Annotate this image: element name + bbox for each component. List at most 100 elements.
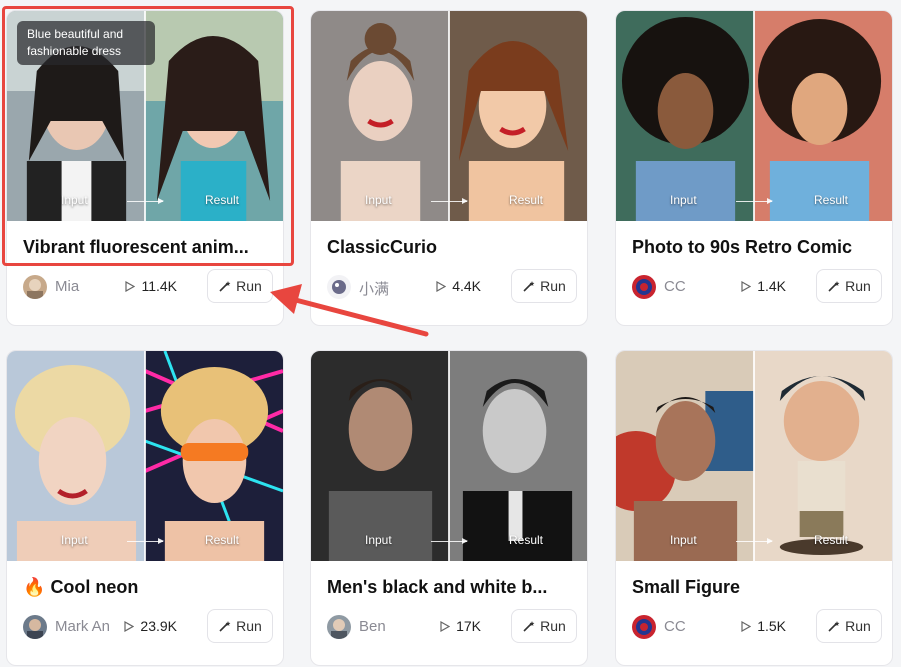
run-button[interactable]: Run <box>511 609 577 643</box>
input-label: Input <box>670 533 697 547</box>
template-card-cool-neon[interactable]: Input Result 🔥 Cool neon Mark An 23.9K R… <box>6 350 284 666</box>
play-count: 11.4K <box>125 278 177 294</box>
play-count-value: 1.5K <box>757 618 786 634</box>
run-button[interactable]: Run <box>816 609 882 643</box>
result-image <box>754 11 892 221</box>
result-image <box>449 11 587 221</box>
play-icon <box>741 620 752 633</box>
input-image <box>7 351 145 561</box>
play-count: 1.4K <box>741 278 786 294</box>
avatar[interactable] <box>23 275 47 299</box>
arrow-right-icon <box>431 538 468 544</box>
result-image <box>754 351 892 561</box>
result-label: Result <box>813 193 848 207</box>
card-title[interactable]: Men's black and white b... <box>327 577 573 598</box>
author-name[interactable]: Ben <box>359 618 386 635</box>
card-title[interactable]: ClassicCurio <box>327 237 573 258</box>
author-name[interactable]: Mark An <box>55 618 110 635</box>
compare-divider <box>448 351 450 561</box>
card-meta: CC 1.4K Run <box>632 269 882 305</box>
input-image <box>311 351 449 561</box>
result-label: Result <box>204 193 239 207</box>
avatar[interactable] <box>23 615 47 639</box>
template-card-retro-comic[interactable]: Input Result Photo to 90s Retro Comic CC… <box>615 10 893 326</box>
run-button[interactable]: Run <box>207 609 273 643</box>
thumbnail-compare[interactable]: Input Result <box>311 351 587 561</box>
result-label: Result <box>508 193 543 207</box>
input-image <box>616 11 754 221</box>
arrow-right-icon <box>736 538 773 544</box>
flame-icon: 🔥 <box>23 577 46 597</box>
play-icon <box>436 280 447 293</box>
magic-wand-icon <box>219 620 231 632</box>
play-count-value: 4.4K <box>452 278 481 294</box>
magic-wand-icon <box>828 620 840 632</box>
card-meta: Ben 17K Run <box>327 609 577 645</box>
compare-divider <box>448 11 450 221</box>
card-title[interactable]: Photo to 90s Retro Comic <box>632 237 878 258</box>
magic-wand-icon <box>219 280 231 292</box>
play-icon <box>440 620 451 633</box>
avatar[interactable] <box>632 275 656 299</box>
play-icon <box>125 280 136 293</box>
author-name[interactable]: CC <box>664 618 686 635</box>
thumbnail-compare[interactable]: Input Result <box>616 351 892 561</box>
result-image <box>145 11 283 221</box>
arrow-right-icon <box>736 198 773 204</box>
template-card-mens-black-white[interactable]: Input Result Men's black and white b... … <box>310 350 588 666</box>
arrow-right-icon <box>431 198 468 204</box>
template-card-classiccurio[interactable]: Input Result ClassicCurio 小满 4.4K Run <box>310 10 588 326</box>
thumbnail-compare[interactable]: Input Result Blue beautiful and fashiona… <box>7 11 283 221</box>
run-button-label: Run <box>845 618 871 634</box>
play-count-value: 1.4K <box>757 278 786 294</box>
play-count: 17K <box>440 618 481 634</box>
play-icon <box>124 620 135 633</box>
avatar[interactable] <box>632 615 656 639</box>
input-label: Input <box>670 193 697 207</box>
compare-divider <box>753 11 755 221</box>
play-count-value: 11.4K <box>141 278 177 294</box>
arrow-right-icon <box>127 198 164 204</box>
card-title[interactable]: 🔥 Cool neon <box>23 577 269 598</box>
run-button-label: Run <box>845 278 871 294</box>
play-icon <box>741 280 752 293</box>
play-count-value: 17K <box>456 618 481 634</box>
card-title[interactable]: Vibrant fluorescent anim... <box>23 237 269 258</box>
run-button-label: Run <box>236 278 262 294</box>
card-title[interactable]: Small Figure <box>632 577 878 598</box>
run-button-label: Run <box>236 618 262 634</box>
thumbnail-compare[interactable]: Input Result <box>616 11 892 221</box>
thumbnail-compare[interactable]: Input Result <box>7 351 283 561</box>
result-image <box>145 351 283 561</box>
magic-wand-icon <box>523 280 535 292</box>
play-count: 4.4K <box>436 278 481 294</box>
author-name[interactable]: Mia <box>55 278 79 295</box>
input-label: Input <box>61 193 88 207</box>
input-image <box>616 351 754 561</box>
input-image <box>311 11 449 221</box>
card-meta: Mark An 23.9K Run <box>23 609 273 645</box>
author-name[interactable]: CC <box>664 278 686 295</box>
result-image <box>449 351 587 561</box>
template-card-vibrant-fluorescent[interactable]: Input Result Blue beautiful and fashiona… <box>6 10 284 326</box>
magic-wand-icon <box>828 280 840 292</box>
run-button[interactable]: Run <box>511 269 577 303</box>
magic-wand-icon <box>523 620 535 632</box>
card-meta: Mia 11.4K Run <box>23 269 273 305</box>
play-count-value: 23.9K <box>140 618 177 634</box>
result-label: Result <box>508 533 543 547</box>
prompt-tag: Blue beautiful and fashionable dress <box>17 21 155 65</box>
run-button[interactable]: Run <box>816 269 882 303</box>
play-count: 1.5K <box>741 618 786 634</box>
card-title-text: Cool neon <box>50 577 139 597</box>
thumbnail-compare[interactable]: Input Result <box>311 11 587 221</box>
arrow-right-icon <box>127 538 164 544</box>
input-label: Input <box>365 533 392 547</box>
card-meta: CC 1.5K Run <box>632 609 882 645</box>
result-label: Result <box>204 533 239 547</box>
template-card-small-figure[interactable]: Input Result Small Figure CC 1.5K Run <box>615 350 893 666</box>
annotation-arrow-icon <box>270 284 429 337</box>
play-count: 23.9K <box>124 618 177 634</box>
run-button-label: Run <box>540 618 566 634</box>
avatar[interactable] <box>327 615 351 639</box>
